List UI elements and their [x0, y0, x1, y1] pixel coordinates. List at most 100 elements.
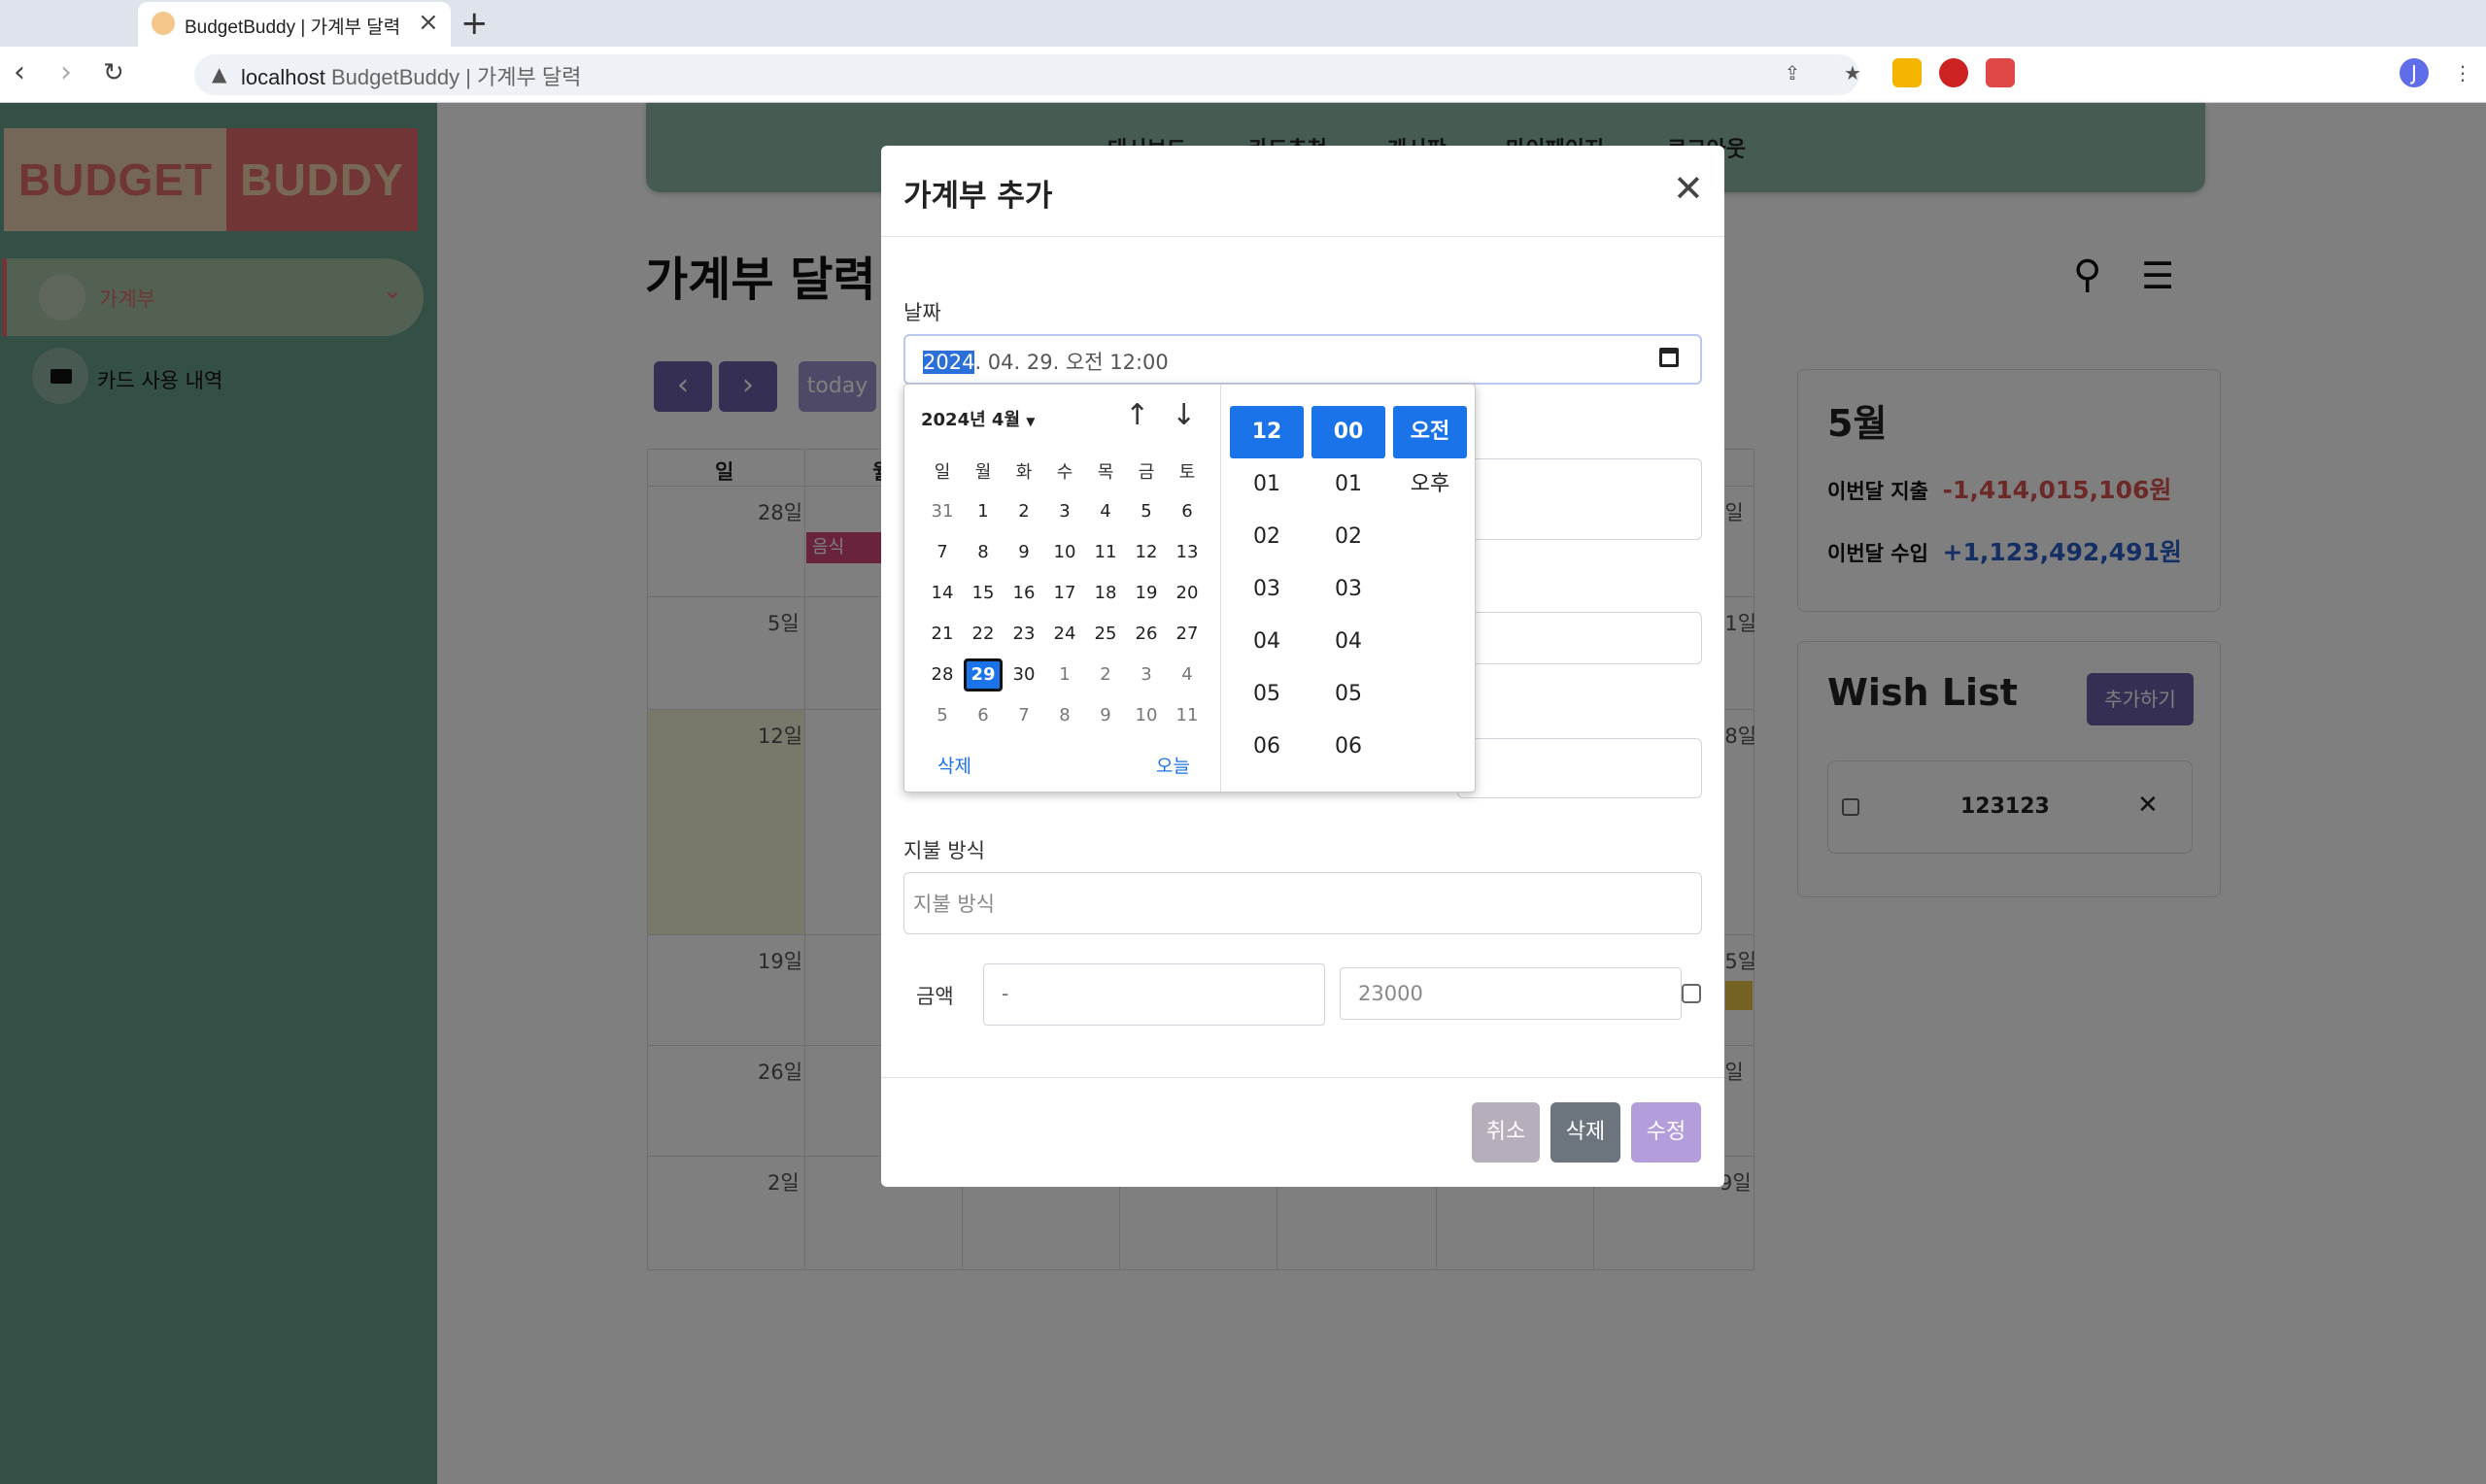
picker-day[interactable]: 24 [1045, 618, 1084, 651]
picker-ampm-option[interactable]: 오전 [1393, 406, 1467, 458]
picker-day[interactable]: 9 [1086, 699, 1125, 732]
picker-day[interactable]: 26 [1127, 618, 1166, 651]
picker-clear-button[interactable]: 삭제 [937, 752, 971, 778]
picker-minutes-option[interactable]: 00 [1311, 406, 1385, 458]
extension-icon[interactable] [1892, 58, 1922, 87]
picker-minutes-option[interactable]: 05 [1311, 668, 1385, 721]
picker-day[interactable]: 22 [964, 618, 1003, 651]
picker-day[interactable]: 4 [1168, 658, 1207, 691]
picker-day[interactable]: 12 [1127, 536, 1166, 569]
picker-day[interactable]: 1 [1045, 658, 1084, 691]
picker-today-button[interactable]: 오늘 [1156, 752, 1190, 778]
picker-day[interactable]: 13 [1168, 536, 1207, 569]
picker-weekday: 금 [1138, 462, 1155, 483]
picker-minutes-option[interactable]: 02 [1311, 511, 1385, 563]
detail-input[interactable] [1457, 738, 1702, 798]
payment-input[interactable] [903, 872, 1702, 934]
picker-day[interactable]: 25 [1086, 618, 1125, 651]
cancel-button[interactable]: 취소 [1472, 1102, 1540, 1163]
share-icon[interactable]: ⇪ [1778, 58, 1807, 87]
picker-day[interactable]: 21 [923, 618, 962, 651]
picker-ampm-option[interactable]: 오후 [1393, 458, 1467, 511]
picker-minutes-option[interactable]: 03 [1311, 563, 1385, 616]
edit-button[interactable]: 수정 [1631, 1102, 1701, 1163]
picker-day[interactable]: 20 [1168, 577, 1207, 610]
picker-day[interactable]: 31 [923, 495, 962, 528]
picker-hours-option[interactable]: 04 [1230, 616, 1304, 668]
picker-month-select[interactable]: 2024년 4월 ▼ [921, 406, 1036, 431]
abp-icon[interactable] [1986, 58, 2015, 87]
picker-day[interactable]: 28 [923, 658, 962, 691]
new-tab-button[interactable]: + [460, 4, 489, 43]
forward-icon[interactable]: › [60, 55, 72, 89]
menu-icon[interactable]: ⋮ [2448, 58, 2477, 87]
picker-day[interactable]: 18 [1086, 577, 1125, 610]
close-icon[interactable]: ✕ [1673, 167, 1704, 210]
picker-day[interactable]: 2 [1005, 495, 1043, 528]
picker-hours-option[interactable]: 12 [1230, 406, 1304, 458]
picker-day[interactable]: 5 [1127, 495, 1166, 528]
picker-hours-option[interactable]: 03 [1230, 563, 1304, 616]
back-icon[interactable]: ‹ [14, 55, 25, 89]
picker-day[interactable]: 11 [1168, 699, 1207, 732]
picker-day[interactable]: 11 [1086, 536, 1125, 569]
picker-day[interactable]: 15 [964, 577, 1003, 610]
picker-hours-option[interactable]: 05 [1230, 668, 1304, 721]
adblock-icon[interactable] [1939, 58, 1968, 87]
picker-day[interactable]: 8 [1045, 699, 1084, 732]
close-tab-icon[interactable]: × [418, 8, 439, 37]
picker-minutes-option[interactable]: 04 [1311, 616, 1385, 668]
picker-day[interactable]: 10 [1045, 536, 1084, 569]
category-input[interactable] [1457, 612, 1702, 664]
picker-day[interactable]: 5 [923, 699, 962, 732]
date-rest: . 04. 29. 오전 12:00 [974, 351, 1169, 374]
picker-hours-option[interactable]: 02 [1230, 511, 1304, 563]
picker-day[interactable]: 2 [1086, 658, 1125, 691]
picker-day[interactable]: 8 [964, 536, 1003, 569]
delete-button[interactable]: 삭제 [1550, 1102, 1620, 1163]
picker-day[interactable]: 4 [1086, 495, 1125, 528]
date-input-value: 2024. 04. 29. 오전 12:00 [923, 347, 1169, 376]
profile-avatar[interactable]: J [2400, 58, 2429, 87]
picker-hours-option[interactable]: 06 [1230, 721, 1304, 773]
picker-day[interactable]: 1 [964, 495, 1003, 528]
picker-day[interactable]: 3 [1045, 495, 1084, 528]
site-info-icon[interactable]: ▲ [212, 62, 226, 85]
amount-value: 23000 [1358, 982, 1423, 1005]
date-year-segment[interactable]: 2024 [923, 351, 975, 374]
picker-day[interactable]: 9 [1005, 536, 1043, 569]
picker-day[interactable]: 3 [1127, 658, 1166, 691]
picker-day[interactable]: 27 [1168, 618, 1207, 651]
amount-sign-select[interactable]: - [983, 963, 1325, 1026]
picker-divider [1220, 385, 1221, 792]
picker-weekday: 수 [1056, 462, 1073, 483]
picker-day[interactable]: 6 [1168, 495, 1207, 528]
browser-tab[interactable]: BudgetBuddy | 가계부 달력 × [138, 2, 451, 47]
picker-day[interactable]: 17 [1045, 577, 1084, 610]
picker-day[interactable]: 7 [1005, 699, 1043, 732]
picker-day[interactable]: 14 [923, 577, 962, 610]
bookmark-icon[interactable]: ★ [1838, 58, 1867, 87]
memo-textarea[interactable] [1457, 458, 1702, 540]
url-text: localhost BudgetBuddy | 가계부 달력 [241, 65, 582, 89]
amount-input[interactable]: 23000 [1340, 967, 1682, 1020]
picker-day[interactable]: 16 [1005, 577, 1043, 610]
amount-sign-value: - [1002, 982, 1009, 1005]
picker-day[interactable]: 10 [1127, 699, 1166, 732]
picker-day[interactable]: 19 [1127, 577, 1166, 610]
prev-month-arrow-icon[interactable]: ↑ [1125, 398, 1149, 432]
amount-label: 금액 [916, 985, 954, 1008]
picker-day[interactable]: 29 [964, 658, 1003, 691]
picker-minutes-option[interactable]: 06 [1311, 721, 1385, 773]
picker-hours-option[interactable]: 01 [1230, 458, 1304, 511]
picker-day[interactable]: 30 [1005, 658, 1043, 691]
picker-day[interactable]: 6 [964, 699, 1003, 732]
reload-icon[interactable]: ↻ [103, 58, 124, 87]
tab-title: BudgetBuddy | 가계부 달력 [185, 17, 401, 38]
amount-checkbox[interactable] [1682, 984, 1701, 1003]
picker-minutes-option[interactable]: 01 [1311, 458, 1385, 511]
picker-day[interactable]: 7 [923, 536, 962, 569]
next-month-arrow-icon[interactable]: ↓ [1172, 398, 1196, 432]
calendar-icon[interactable] [1659, 348, 1679, 367]
picker-day[interactable]: 23 [1005, 618, 1043, 651]
